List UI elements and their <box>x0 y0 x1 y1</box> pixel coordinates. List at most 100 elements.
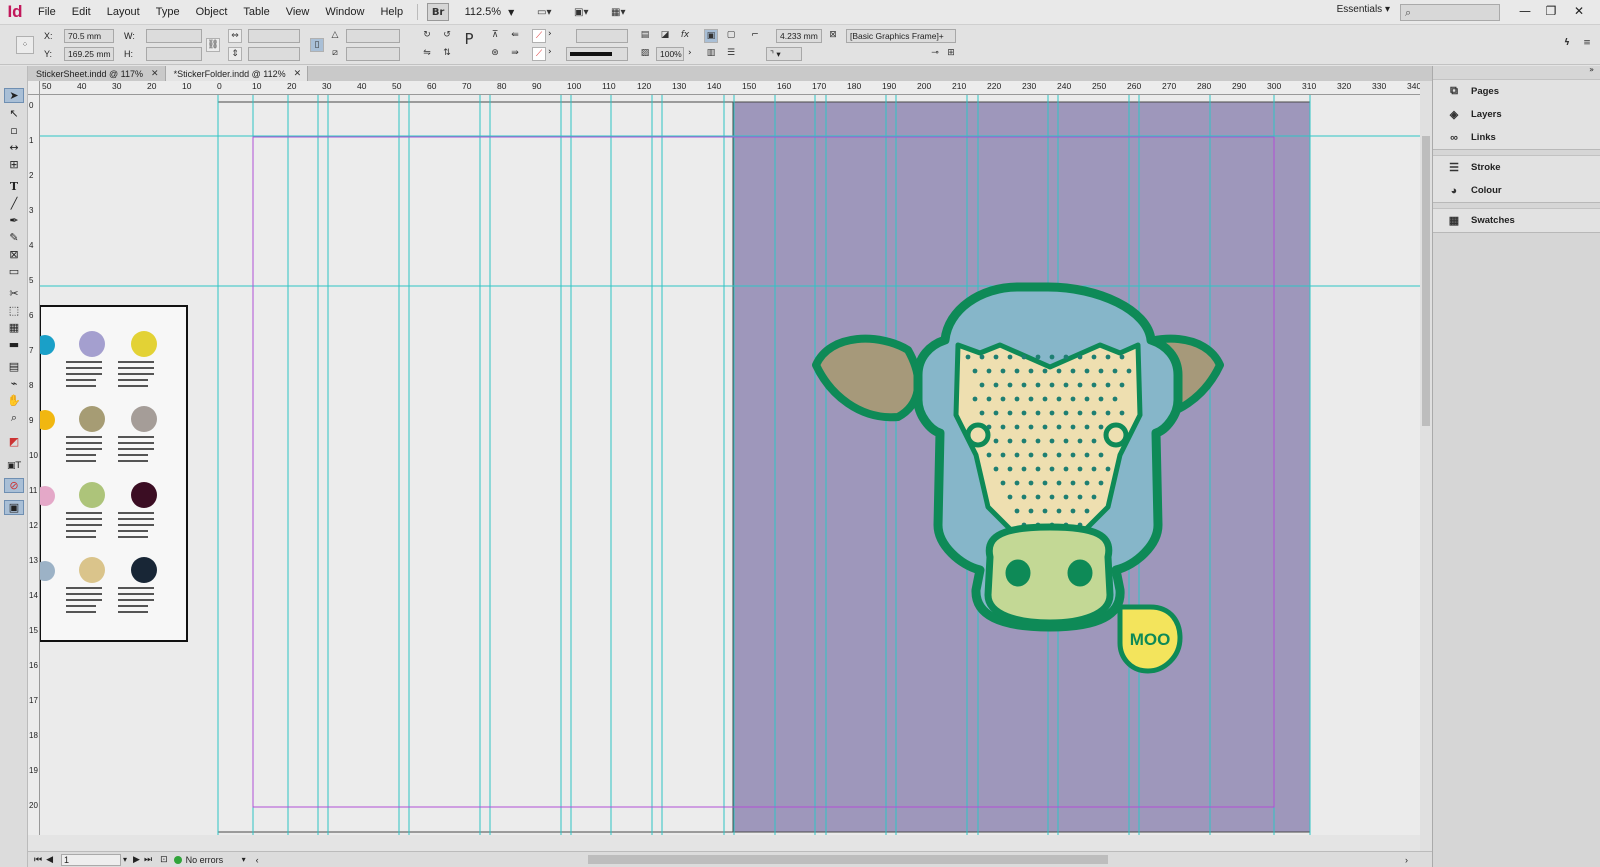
align-stroke-center-icon[interactable]: ▣ <box>704 29 718 43</box>
rotate-ccw-icon[interactable]: ↺ <box>440 29 454 43</box>
effects-fx-icon[interactable]: fx <box>678 29 692 43</box>
content-collector-tool[interactable]: ⊞ <box>4 157 24 172</box>
select-next-icon[interactable]: ⇛ <box>508 47 522 61</box>
rectangle-frame-tool[interactable]: ⊠ <box>4 247 24 262</box>
scroll-thumb[interactable] <box>1422 136 1430 426</box>
opacity-arrow-icon[interactable]: › <box>688 48 692 58</box>
object-style-dropdown[interactable]: [Basic Graphics Frame]+ <box>846 29 956 43</box>
align-center-icon[interactable]: ☰ <box>724 47 738 61</box>
object-style-icon[interactable]: ⊠ <box>826 29 840 43</box>
stroke-weight-dropdown[interactable] <box>576 29 628 43</box>
align-stroke-inside-icon[interactable]: ▢ <box>724 29 738 43</box>
selection-tool[interactable]: ➤ <box>4 88 24 103</box>
menu-object[interactable]: Object <box>188 6 236 18</box>
gradient-feather-tool[interactable]: ▬ <box>4 337 24 352</box>
zoom-tool[interactable]: ⌕ <box>4 410 24 425</box>
search-input[interactable]: ⌕ <box>1400 4 1500 21</box>
lightning-icon[interactable]: ϟ <box>1560 37 1574 51</box>
gap-tool[interactable]: ↔ <box>4 140 24 155</box>
corner-options-icon[interactable]: ⌐ <box>748 29 762 43</box>
direct-selection-tool[interactable]: ↖ <box>4 106 24 121</box>
rotate-cw-icon[interactable]: ↻ <box>420 29 434 43</box>
panel-menu-icon[interactable]: ≡ <box>1580 37 1594 51</box>
menu-view[interactable]: View <box>278 6 318 18</box>
note-tool[interactable]: ▤ <box>4 359 24 374</box>
width-field[interactable] <box>146 29 202 43</box>
view-options-button[interactable]: ▭▾ <box>533 3 555 21</box>
workspace-switcher[interactable]: Essentials ▾ <box>1337 4 1390 15</box>
eyedropper-tool[interactable]: ⌁ <box>4 376 24 391</box>
redefine-style-icon[interactable]: ⊞ <box>944 47 958 61</box>
panel-item-swatches[interactable]: ▦ Swatches <box>1433 209 1600 232</box>
fill-arrow-icon[interactable]: › <box>548 29 552 39</box>
panel-item-links[interactable]: ∞ Links <box>1433 126 1600 149</box>
line-tool[interactable]: ╱ <box>4 196 24 211</box>
scissors-tool[interactable]: ✂ <box>4 286 24 301</box>
menu-type[interactable]: Type <box>148 6 188 18</box>
reference-point-icon[interactable]: ⁘ <box>16 36 34 54</box>
maximize-button[interactable]: ❐ <box>1538 1 1564 21</box>
horizontal-scroll-thumb[interactable] <box>588 855 1108 864</box>
x-position-field[interactable]: 70.5 mm <box>64 29 114 43</box>
constrain-proportions-icon[interactable]: ⛓ <box>206 38 220 52</box>
select-content-icon[interactable]: ⊛ <box>488 47 502 61</box>
rectangle-tool[interactable]: ▭ <box>4 264 24 279</box>
apply-none-icon[interactable]: ⊘ <box>4 478 24 493</box>
menu-table[interactable]: Table <box>235 6 277 18</box>
bridge-button[interactable]: Br <box>427 3 450 21</box>
menu-file[interactable]: File <box>30 6 64 18</box>
panel-item-pages[interactable]: ⧉ Pages <box>1433 80 1600 103</box>
close-icon[interactable]: ✕ <box>151 68 159 79</box>
stroke-arrow-icon[interactable]: › <box>548 47 552 57</box>
stroke-type-dropdown[interactable] <box>566 47 628 61</box>
dock-collapse-icon[interactable]: » <box>1433 66 1600 74</box>
paragraph-icon[interactable]: P <box>460 32 478 55</box>
next-page-icon[interactable]: ▶ <box>133 854 140 865</box>
prev-page-icon[interactable]: ◀ <box>46 854 53 865</box>
first-page-icon[interactable]: ⏮ <box>34 854 42 865</box>
clear-overrides-icon[interactable]: ⊸ <box>928 47 942 61</box>
shear-field[interactable] <box>346 47 400 61</box>
hand-tool[interactable]: ✋ <box>4 393 24 408</box>
wrap-icon[interactable]: ▤ <box>638 29 652 43</box>
corner-shape-dropdown[interactable]: ⌝ ▾ <box>766 47 802 61</box>
scroll-right-icon[interactable]: › <box>1405 855 1408 865</box>
page-tool[interactable]: ▫ <box>4 123 24 138</box>
document-canvas[interactable]: MOO <box>40 95 1420 835</box>
close-icon[interactable]: ✕ <box>294 68 302 79</box>
panel-item-stroke[interactable]: ☰ Stroke <box>1433 156 1600 179</box>
align-left-icon[interactable]: ▥ <box>704 47 718 61</box>
chevron-down-icon[interactable]: ▾ <box>242 855 246 864</box>
preflight-errors[interactable]: No errors <box>186 855 242 865</box>
screen-mode-button[interactable]: ▣▾ <box>570 3 592 21</box>
type-tool[interactable]: T <box>4 179 24 194</box>
panel-item-colour[interactable]: ◕ Colour <box>1433 179 1600 202</box>
scroll-left-icon[interactable]: ‹ <box>256 855 259 865</box>
tab-stickersheet[interactable]: StickerSheet.indd @ 117% ✕ <box>28 66 166 81</box>
menu-edit[interactable]: Edit <box>64 6 99 18</box>
rotation-field[interactable] <box>346 29 400 43</box>
link-scale-icon[interactable]: ▯ <box>310 38 324 52</box>
gradient-swatch-tool[interactable]: ▦ <box>4 320 24 335</box>
tab-stickerfolder[interactable]: *StickerFolder.indd @ 112% ✕ <box>165 66 309 81</box>
y-position-field[interactable]: 169.25 mm <box>64 47 114 61</box>
vertical-ruler[interactable]: 0 1 2 3 4 5 6 7 8 9 10 11 12 13 14 15 16 17 18 19 20 <box>28 95 40 835</box>
last-page-icon[interactable]: ⏭ <box>144 854 152 865</box>
close-button[interactable]: ✕ <box>1566 1 1592 21</box>
formatting-container-icon[interactable]: ▣T <box>4 458 24 473</box>
horizontal-ruler[interactable]: 50 40 30 20 10 0 10 20 30 40 50 60 70 80 90 100 110 120 13… <box>40 81 1421 95</box>
height-field[interactable] <box>146 47 202 61</box>
pencil-tool[interactable]: ✎ <box>4 230 24 245</box>
ruler-origin[interactable] <box>28 81 40 95</box>
menu-help[interactable]: Help <box>372 6 411 18</box>
select-container-icon[interactable]: ⊼ <box>488 29 502 43</box>
free-transform-tool[interactable]: ⬚ <box>4 303 24 318</box>
chevron-down-icon[interactable]: ▾ <box>123 855 127 864</box>
drop-shadow-icon[interactable]: ◪ <box>658 29 672 43</box>
menu-layout[interactable]: Layout <box>99 6 148 18</box>
panel-item-layers[interactable]: ◈ Layers <box>1433 103 1600 126</box>
stroke-swatch-icon[interactable]: ⟋ <box>532 47 546 61</box>
minimize-button[interactable]: — <box>1512 1 1538 21</box>
pen-tool[interactable]: ✒ <box>4 213 24 228</box>
chevron-down-icon[interactable]: ▼ <box>508 8 514 17</box>
